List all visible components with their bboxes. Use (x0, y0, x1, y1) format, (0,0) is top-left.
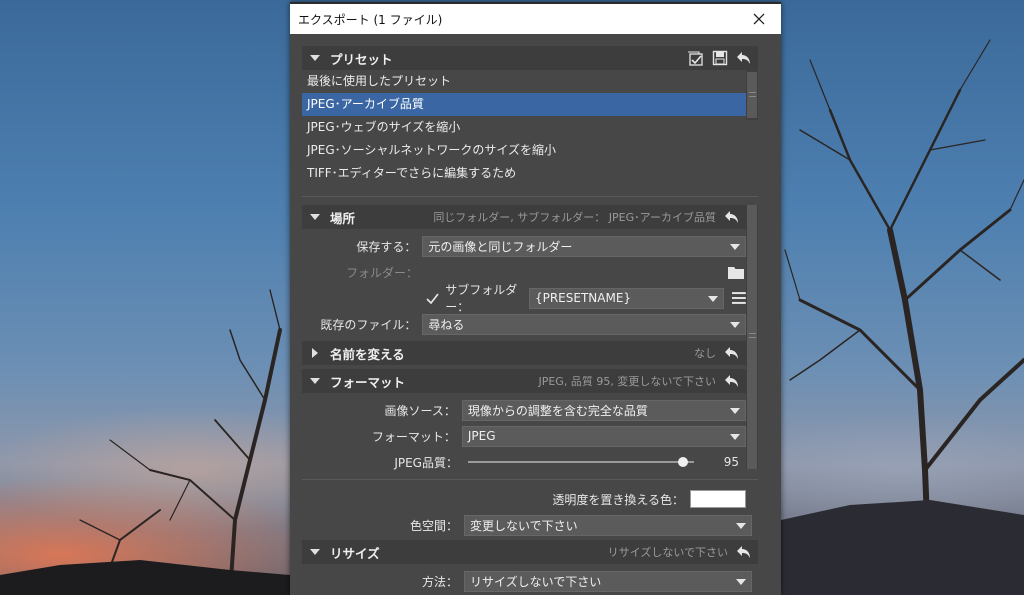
divider (302, 479, 758, 480)
export-dialog: エクスポート (1 ファイル) プリセット 最後に使用したプリセット JPEG･… (290, 2, 781, 595)
format-title: フォーマット (330, 374, 406, 390)
transparency-color-swatch[interactable] (690, 490, 746, 508)
save-to-select[interactable]: 元の画像と同じフォルダー (422, 235, 746, 257)
preset-item[interactable]: TIFF･エディターでさらに編集するため (302, 162, 746, 185)
undo-icon[interactable] (736, 544, 752, 560)
dialog-titlebar: エクスポート (1 ファイル) (290, 2, 781, 34)
undo-icon[interactable] (724, 345, 740, 361)
colorspace-row: 色空間： 変更しないで下さい (302, 512, 758, 538)
image-source-select[interactable]: 現像からの調整を含む完全な品質 (461, 399, 746, 421)
jpeg-quality-label: JPEG品質： (394, 455, 458, 470)
resize-summary: リサイズしないで下さい (607, 546, 728, 559)
subfolder-label: サブフォルダー： (445, 283, 518, 314)
existing-file-row: 既存のファイル： 尋ねる (302, 311, 746, 337)
image-source-label: 画像ソース： (384, 403, 456, 418)
settings-area: 場所 同じフォルダー, サブフォルダー： JPEG･アーカイブ品質 保存する： … (302, 205, 758, 469)
dialog-title: エクスポート (1 ファイル) (298, 12, 443, 27)
subfolder-checkbox[interactable] (426, 292, 439, 305)
existing-file-value: 尋ねる (428, 317, 465, 332)
format-value: JPEG (467, 429, 496, 443)
folder-label: フォルダー： (345, 265, 418, 280)
chevron-down-icon (730, 321, 740, 328)
save-to-label: 保存する： (356, 239, 417, 254)
checkmark-icon (426, 292, 439, 304)
preset-item[interactable]: JPEG･ソーシャルネットワークのサイズを縮小 (302, 139, 746, 162)
preset-list: 最後に使用したプリセット JPEG･アーカイブ品質 JPEG･ウェブのサイズを縮… (302, 70, 758, 186)
rename-summary: なし (694, 347, 716, 360)
subfolder-row: サブフォルダー： {PRESETNAME} (302, 283, 747, 314)
colorspace-label: 色空間： (409, 518, 458, 533)
settings-scrollbar-thumb[interactable] (747, 205, 757, 469)
preset-item[interactable]: JPEG･ウェブのサイズを縮小 (302, 116, 746, 139)
collapse-triangle-icon (310, 376, 320, 386)
collapse-triangle-icon (310, 53, 320, 63)
transparency-row: 透明度を置き換える色： (302, 486, 758, 512)
jpeg-quality-row: JPEG品質： 95 (302, 449, 758, 475)
resize-method-label: 方法： (421, 574, 458, 589)
rename-header[interactable]: 名前を変える なし (302, 341, 746, 365)
image-source-value: 現像からの調整を含む完全な品質 (467, 403, 648, 418)
undo-icon[interactable] (724, 209, 740, 225)
save-to-value: 元の画像と同じフォルダー (428, 239, 573, 254)
menu-icon[interactable] (732, 292, 747, 304)
image-source-row: 画像ソース： 現像からの調整を含む完全な品質 (302, 397, 746, 423)
resize-method-select[interactable]: リサイズしないで下さい (464, 570, 752, 592)
manage-presets-icon[interactable] (687, 50, 704, 67)
collapse-triangle-icon (310, 547, 320, 557)
divider (302, 196, 758, 197)
rename-title: 名前を変える (330, 346, 405, 362)
format-select[interactable]: JPEG (461, 425, 746, 447)
colorspace-select[interactable]: 変更しないで下さい (464, 514, 752, 536)
existing-file-select[interactable]: 尋ねる (422, 313, 746, 335)
format-header[interactable]: フォーマット JPEG, 品質 95, 変更しないで下さい (302, 369, 746, 393)
slider-knob[interactable] (677, 457, 688, 467)
jpeg-quality-slider[interactable] (464, 449, 699, 475)
close-icon (753, 13, 765, 25)
settings-scrollbar[interactable] (746, 205, 758, 469)
transparency-label: 透明度を置き換える色： (552, 492, 684, 507)
chevron-down-icon (730, 243, 740, 250)
collapse-triangle-icon (310, 212, 320, 222)
presets-header[interactable]: プリセット (302, 46, 758, 70)
presets-title: プリセット (330, 51, 393, 67)
location-header[interactable]: 場所 同じフォルダー, サブフォルダー： JPEG･アーカイブ品質 (302, 205, 746, 229)
close-button[interactable] (737, 4, 781, 34)
format-label: フォーマット： (371, 429, 456, 444)
undo-icon[interactable] (736, 50, 752, 66)
chevron-down-icon (736, 578, 746, 585)
chevron-down-icon[interactable] (708, 295, 719, 302)
resize-title: リサイズ (330, 545, 380, 561)
save-to-row: 保存する： 元の画像と同じフォルダー (302, 233, 746, 259)
location-title: 場所 (330, 210, 356, 226)
export-panel: プリセット 最後に使用したプリセット JPEG･アーカイブ品質 JPEG･ウェブ… (302, 46, 758, 594)
existing-file-label: 既存のファイル： (320, 317, 417, 332)
format-row: フォーマット： JPEG (302, 423, 746, 449)
chevron-down-icon (730, 407, 740, 414)
colorspace-value: 変更しないで下さい (470, 518, 578, 533)
subfolder-value: {PRESETNAME} (534, 291, 632, 305)
resize-header[interactable]: リサイズ リサイズしないで下さい (302, 540, 758, 564)
folder-icon[interactable] (728, 266, 744, 279)
chevron-down-icon (736, 522, 746, 529)
save-preset-icon[interactable] (712, 50, 728, 66)
format-summary: JPEG, 品質 95, 変更しないで下さい (538, 375, 716, 388)
chevron-down-icon (730, 433, 740, 440)
preset-scrollbar[interactable] (746, 70, 758, 120)
preset-item-selected[interactable]: JPEG･アーカイブ品質 (302, 93, 746, 116)
resize-method-value: リサイズしないで下さい (470, 574, 602, 589)
undo-icon[interactable] (724, 373, 740, 389)
slider-track (468, 461, 694, 463)
preset-scrollbar-thumb[interactable] (747, 72, 757, 118)
preset-item[interactable]: 最後に使用したプリセット (302, 70, 746, 93)
jpeg-quality-value: 95 (723, 455, 739, 469)
expand-triangle-icon (310, 348, 320, 358)
resize-method-row: 方法： リサイズしないで下さい (302, 568, 758, 594)
location-summary: 同じフォルダー, サブフォルダー： JPEG･アーカイブ品質 (433, 211, 716, 224)
subfolder-input[interactable]: {PRESETNAME} (528, 287, 725, 309)
